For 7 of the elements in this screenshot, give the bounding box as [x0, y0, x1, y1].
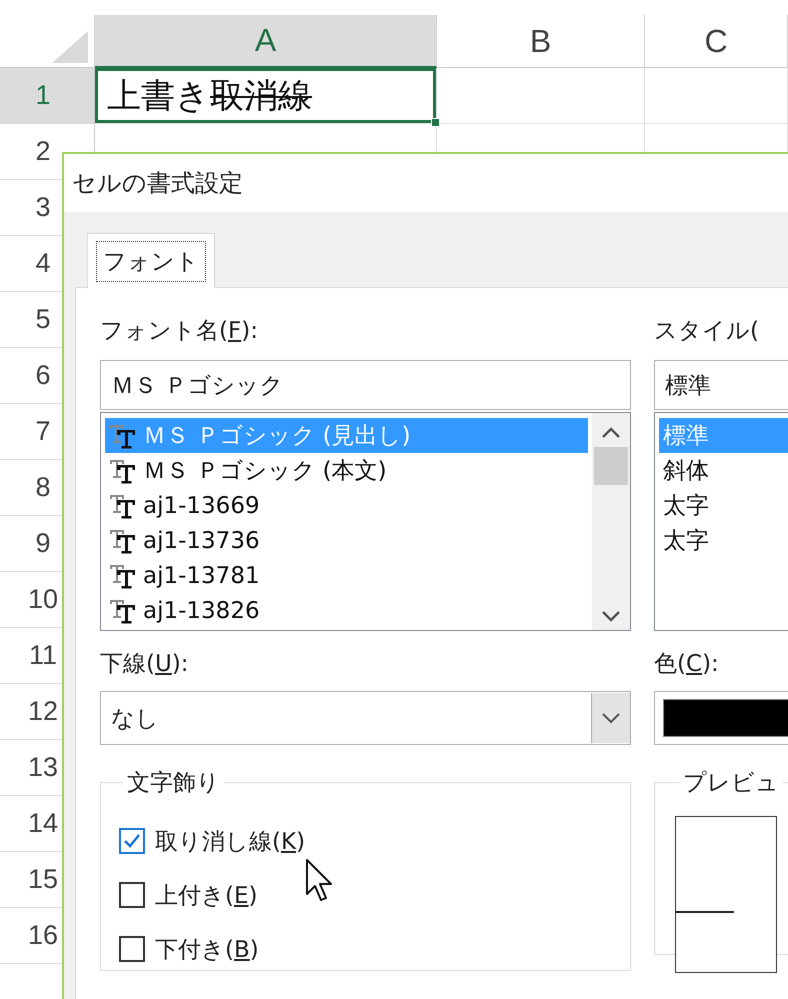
- dialog-title: セルの書式設定: [64, 154, 788, 212]
- group-label: プレビュ: [682, 769, 780, 798]
- field-label: フォント名(F):: [100, 317, 259, 346]
- group-label: 文字飾り: [126, 769, 221, 798]
- field-label: 下線(U):: [100, 650, 190, 679]
- field-label: 色(C):: [654, 650, 720, 679]
- field-label: スタイル(: [654, 317, 760, 346]
